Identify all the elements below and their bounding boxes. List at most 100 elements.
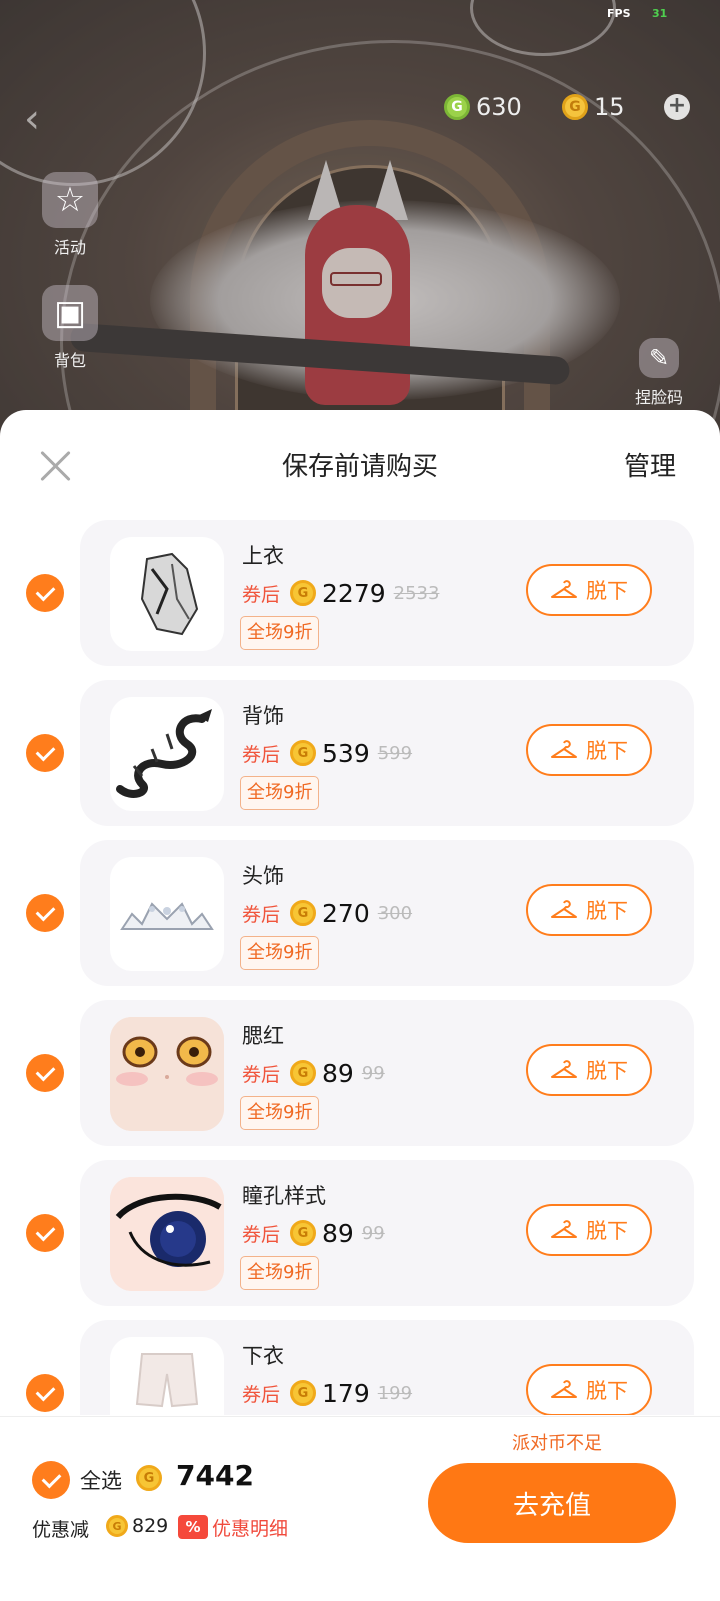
price-line: 券后 G 89 99: [242, 1056, 385, 1090]
remove-button[interactable]: 脱下: [526, 1204, 652, 1256]
item-price: 270: [322, 898, 370, 928]
remove-button[interactable]: 脱下: [526, 884, 652, 936]
item-thumbnail: [110, 1177, 224, 1291]
coupon-label: 券后: [242, 583, 281, 606]
hanger-icon: [551, 1060, 577, 1078]
gold-currency-value: 15: [594, 93, 625, 121]
item-checkbox[interactable]: [26, 1214, 64, 1252]
sheet-header: 保存前请购买 管理: [0, 410, 720, 520]
remove-button[interactable]: 脱下: [526, 1364, 652, 1415]
percent-icon: %: [178, 1515, 208, 1539]
green-coin-icon: G: [444, 94, 470, 120]
coin-icon: G: [290, 1380, 317, 1406]
manage-button[interactable]: 管理: [624, 446, 676, 483]
remove-label: 脱下: [586, 739, 628, 763]
discount-amount: 829: [132, 1515, 169, 1537]
remove-label: 脱下: [586, 1379, 628, 1403]
coupon-label: 券后: [242, 903, 281, 926]
edit-icon: ✎: [639, 338, 679, 378]
item-original-price: 2533: [393, 582, 440, 604]
coin-icon: G: [290, 1060, 317, 1086]
item-price: 89: [322, 1218, 354, 1248]
select-all-checkbox[interactable]: [32, 1461, 70, 1499]
insufficient-notice: 派对币不足: [512, 1433, 602, 1454]
price-line: 券后 G 89 99: [242, 1216, 385, 1250]
item-card: 下衣 券后 G 179 199 脱下: [80, 1320, 694, 1415]
list-item: 上衣 券后 G 2279 2533 全场9折 脱下: [0, 520, 720, 666]
dragon-icon: [116, 709, 212, 798]
discount-tag: 全场9折: [240, 936, 320, 970]
list-item: 腮红 券后 G 89 99 全场9折 脱下: [0, 1000, 720, 1146]
hanger-icon: [551, 1220, 577, 1238]
item-price: 179: [322, 1378, 370, 1408]
green-currency-value: 630: [476, 93, 522, 121]
item-name: 瞳孔样式: [242, 1184, 326, 1208]
item-card: 头饰 券后 G 270 300 全场9折 脱下: [80, 840, 694, 986]
sheet-title: 保存前请购买: [281, 452, 438, 482]
price-line: 券后 G 2279 2533: [242, 576, 439, 610]
item-thumbnail: [110, 1017, 224, 1131]
discount-detail-label: 优惠明细: [212, 1517, 289, 1540]
item-checkbox[interactable]: [26, 1374, 64, 1412]
price-line: 券后 G 179 199: [242, 1376, 412, 1410]
discount-tag: 全场9折: [240, 1096, 320, 1130]
select-all-label[interactable]: 全选: [80, 1465, 122, 1495]
event-label: 活动: [53, 238, 86, 257]
gift-box-icon: ▣: [42, 285, 98, 341]
add-currency-button[interactable]: +: [664, 94, 690, 120]
remove-label: 脱下: [586, 579, 628, 603]
item-list[interactable]: 上衣 券后 G 2279 2533 全场9折 脱下 背饰 券后 G 539 59…: [0, 520, 720, 1415]
list-item: 背饰 券后 G 539 599 全场9折 脱下: [0, 680, 720, 826]
bottom-clothing-icon: [135, 1353, 199, 1408]
discount-detail-link[interactable]: % 优惠明细: [178, 1513, 288, 1541]
item-name: 上衣: [242, 544, 284, 568]
discount-label: 优惠减: [32, 1519, 90, 1541]
game-scene: FPS 31 ‹ G 630 G 15 + ☆ 活动 ▣ 背包 ✎ 捏脸码: [0, 0, 720, 440]
bag-label: 背包: [53, 351, 86, 370]
item-thumbnail: [110, 537, 224, 651]
pupil-eye-icon: [110, 1177, 224, 1291]
coin-icon: G: [106, 1515, 128, 1537]
hanger-icon: [551, 900, 577, 918]
item-name: 头饰: [242, 864, 284, 888]
gold-coin-icon: G: [562, 94, 588, 120]
item-checkbox[interactable]: [26, 574, 64, 612]
item-original-price: 300: [377, 902, 413, 924]
remove-button[interactable]: 脱下: [526, 724, 652, 776]
item-checkbox[interactable]: [26, 894, 64, 932]
dim-overlay: [0, 0, 720, 440]
item-card: 背饰 券后 G 539 599 全场9折 脱下: [80, 680, 694, 826]
bag-button[interactable]: ▣ 背包: [38, 285, 102, 371]
item-original-price: 99: [361, 1222, 385, 1244]
item-thumbnail: [110, 697, 224, 811]
item-name: 下衣: [242, 1344, 284, 1368]
item-card: 上衣 券后 G 2279 2533 全场9折 脱下: [80, 520, 694, 666]
coin-icon: G: [290, 740, 317, 766]
remove-button[interactable]: 脱下: [526, 1044, 652, 1096]
item-name: 腮红: [242, 1024, 284, 1048]
coupon-label: 券后: [242, 1383, 281, 1406]
star-event-icon: ☆: [42, 172, 98, 228]
recharge-button[interactable]: 去充值: [428, 1463, 676, 1543]
coin-icon: G: [290, 900, 317, 926]
coupon-label: 券后: [242, 1063, 281, 1086]
face-code-label: 捏脸码: [634, 388, 683, 407]
coin-icon: G: [136, 1465, 162, 1491]
item-original-price: 599: [377, 742, 413, 764]
remove-label: 脱下: [586, 1059, 628, 1083]
remove-button[interactable]: 脱下: [526, 564, 652, 616]
hanger-icon: [551, 580, 577, 598]
fps-label: FPS: [607, 7, 631, 20]
item-original-price: 199: [377, 1382, 413, 1404]
item-checkbox[interactable]: [26, 1054, 64, 1092]
event-button[interactable]: ☆ 活动: [38, 172, 102, 258]
face-code-button[interactable]: ✎ 捏脸码: [624, 338, 694, 408]
tiara-icon: [120, 902, 214, 930]
list-item: 瞳孔样式 券后 G 89 99 全场9折 脱下: [0, 1160, 720, 1306]
remove-label: 脱下: [586, 1219, 628, 1243]
item-name: 背饰: [242, 704, 284, 728]
back-arrow-icon[interactable]: ‹: [24, 96, 40, 142]
item-checkbox[interactable]: [26, 734, 64, 772]
price-line: 券后 G 270 300: [242, 896, 412, 930]
item-original-price: 99: [361, 1062, 385, 1084]
